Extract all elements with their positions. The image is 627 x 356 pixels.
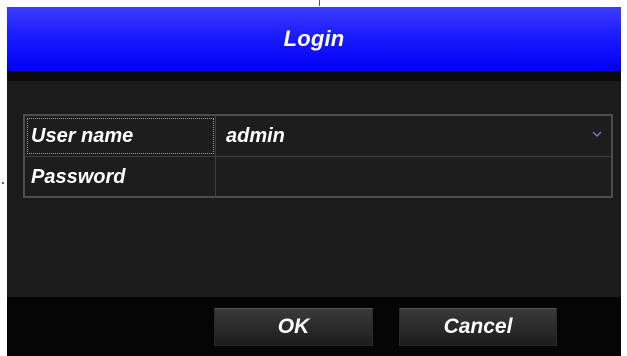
dialog-footer: OK Cancel [7, 297, 621, 356]
chevron-down-icon [592, 131, 602, 137]
password-input[interactable] [226, 157, 611, 197]
login-dialog: Login User name admin Password OK Cancel [7, 7, 621, 356]
username-value: admin [226, 124, 285, 147]
dialog-title: Login [283, 26, 345, 51]
username-label: User name [25, 116, 216, 156]
titlebar-divider [7, 71, 621, 81]
username-row: User name admin [25, 116, 611, 156]
password-cell [216, 157, 611, 197]
left-marker [2, 182, 4, 184]
password-label: Password [25, 157, 216, 197]
cancel-button[interactable]: Cancel [399, 308, 557, 346]
dialog-titlebar: Login [7, 7, 621, 71]
top-marker [319, 0, 320, 6]
password-row: Password [25, 156, 611, 197]
username-select[interactable]: admin [216, 116, 611, 156]
screen: Login User name admin Password OK Cancel [0, 0, 627, 356]
login-form: User name admin Password [23, 114, 613, 198]
ok-button[interactable]: OK [214, 308, 373, 346]
